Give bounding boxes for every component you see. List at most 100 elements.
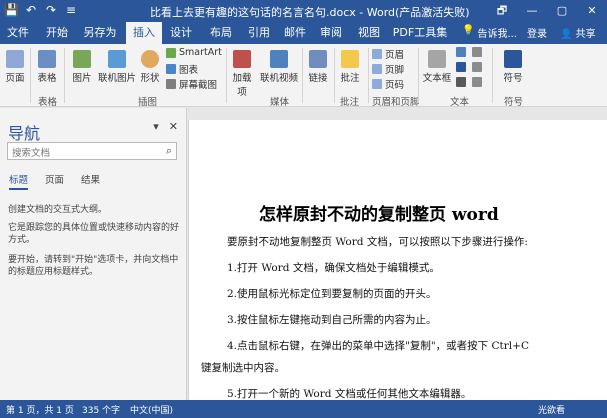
save-icon[interactable]: 💾 (4, 3, 19, 17)
page-number-label: 页码 (385, 80, 405, 91)
document-area[interactable]: 怎样原封不动的复制整页 word 要原封不动地复制整页 Word 文档，可以按照… (188, 108, 607, 400)
share-icon: 👤 (560, 29, 573, 40)
word-count[interactable]: 335 个字 (82, 403, 120, 416)
undo-icon[interactable]: ↶ (24, 3, 38, 17)
textbox-button[interactable]: 文本框 (422, 50, 452, 84)
share-label: 共享 (575, 29, 596, 40)
tab-references[interactable]: 引用 (244, 22, 274, 44)
nav-tab-headings[interactable]: 标题 (9, 172, 29, 190)
document-page[interactable]: 怎样原封不动的复制整页 word 要原封不动地复制整页 Word 文档，可以按照… (188, 120, 607, 400)
shapes-button[interactable]: 形状 (138, 50, 162, 84)
document-paragraph: 3.按住鼠标左键拖动到自己所需的内容为止。 (227, 314, 437, 326)
tab-file[interactable]: 文件 (4, 22, 32, 44)
tab-home[interactable]: 开始 (42, 22, 72, 44)
online-pictures-button[interactable]: 联机图片 (98, 50, 136, 84)
search-icon[interactable]: ⌕ (166, 144, 172, 158)
comment-button[interactable]: 批注 (338, 50, 362, 84)
customize-icon[interactable]: ≡ (64, 3, 78, 17)
table-icon (38, 50, 56, 68)
shapes-icon (141, 50, 159, 68)
tab-design[interactable]: 设计 (166, 22, 196, 44)
header-button[interactable]: 页眉 (372, 47, 404, 61)
page-number-button[interactable]: 页码 (372, 77, 404, 91)
language-indicator[interactable]: 中文(中国) (130, 403, 173, 416)
group-separator (226, 48, 227, 103)
pages-button[interactable]: 页面 (4, 50, 26, 84)
share-button[interactable]: 👤 共享 (560, 25, 596, 40)
nav-search-input[interactable]: 搜索文档 ⌕ (7, 142, 177, 160)
online-video-button[interactable]: 联机视频 (260, 50, 298, 84)
group-label-symbols: 符号 (504, 97, 524, 108)
addins-label: 加载项 (232, 73, 252, 98)
link-label: 链接 (308, 73, 328, 84)
online-picture-icon (108, 50, 126, 68)
group-separator (302, 48, 303, 103)
pictures-label: 图片 (72, 73, 92, 84)
object-icon[interactable] (472, 77, 482, 87)
link-button[interactable]: 链接 (306, 50, 330, 84)
group-label-tables: 表格 (38, 97, 58, 108)
smartart-icon (166, 47, 176, 58)
document-paragraph: 键复制选中内容。 (201, 362, 285, 374)
document-paragraph: 2.使用鼠标光标定位到要复制的页面的开头。 (227, 288, 437, 300)
minimize-button[interactable]: — (517, 0, 547, 22)
table-button[interactable]: 表格 (36, 50, 58, 84)
ribbon-tabs: 文件 开始 另存为 插入 设计 布局 引用 邮件 审阅 视图 PDF工具集 💡 … (0, 22, 607, 44)
group-separator (30, 48, 31, 103)
tab-insert[interactable]: 插入 (126, 22, 162, 44)
textbox-label: 文本框 (422, 73, 452, 84)
pages-icon (6, 50, 24, 68)
textbox-icon (428, 50, 446, 68)
symbol-label: 符号 (503, 73, 523, 84)
maximize-button[interactable]: ▢ (547, 0, 577, 22)
smartart-button[interactable]: SmartArt (166, 47, 222, 58)
footer-button[interactable]: 页脚 (372, 62, 404, 76)
table-label: 表格 (37, 73, 57, 84)
screenshot-label: 屏幕截图 (179, 80, 218, 91)
group-separator (64, 48, 65, 103)
nav-search-placeholder: 搜索文档 (12, 148, 51, 159)
nav-help-text: 它是跟踪您的具体位置或快速移动内容的好方式。 (8, 223, 180, 245)
tab-view[interactable]: 视图 (354, 22, 384, 44)
document-heading: 怎样原封不动的复制整页 word (259, 205, 499, 225)
tab-layout[interactable]: 布局 (206, 22, 236, 44)
pictures-button[interactable]: 图片 (70, 50, 94, 84)
page-count[interactable]: 第 1 页，共 1 页 (6, 403, 74, 416)
tab-pdf-tools[interactable]: PDF工具集 (392, 22, 448, 44)
nav-tab-pages[interactable]: 页面 (45, 172, 64, 190)
nav-tab-results[interactable]: 结果 (81, 172, 100, 190)
window-title: 比看上去更有趣的这句话的名言名句.docx - Word(产品激活失败) (150, 6, 470, 19)
group-label-text: 文本 (450, 97, 470, 108)
symbol-button[interactable]: 符号 (500, 50, 526, 84)
wordart-icon[interactable] (456, 62, 466, 72)
date-time-icon[interactable] (472, 62, 482, 72)
group-separator (334, 48, 335, 103)
quick-parts-icon[interactable] (456, 47, 466, 57)
document-paragraph: 4.点击鼠标右键，在弹出的菜单中选择"复制"，或者按下 Ctrl+C (227, 340, 529, 352)
addins-button[interactable]: 加载项 (230, 50, 254, 98)
close-icon[interactable]: ✕ (169, 120, 178, 133)
ribbon-display-button[interactable]: 🗗 (487, 0, 517, 22)
nav-title: 导航 (8, 124, 41, 143)
group-label-header-footer: 页眉和页脚 (372, 97, 420, 108)
tab-review[interactable]: 审阅 (316, 22, 346, 44)
document-paragraph: 要原封不动地复制整页 Word 文档，可以按照以下步骤进行操作: (227, 236, 528, 248)
signature-icon[interactable] (472, 47, 482, 57)
tab-save-as[interactable]: 另存为 (80, 22, 120, 44)
chart-button[interactable]: 图表 (166, 62, 198, 76)
redo-icon[interactable]: ↷ (44, 3, 58, 17)
tab-mailings[interactable]: 邮件 (280, 22, 310, 44)
addins-icon (233, 50, 251, 68)
group-separator (368, 48, 369, 103)
group-separator (492, 48, 493, 103)
screenshot-button[interactable]: 屏幕截图 (166, 77, 217, 91)
comment-icon (341, 50, 359, 68)
tell-me-label: 告诉我... (477, 29, 517, 40)
close-button[interactable]: ✕ (577, 0, 607, 22)
login-button[interactable]: 登录 (527, 25, 547, 40)
chevron-down-icon[interactable]: ▾ (153, 120, 159, 133)
picture-icon (73, 50, 91, 68)
group-separator (418, 48, 419, 103)
drop-cap-icon[interactable] (456, 77, 466, 87)
tell-me-box[interactable]: 💡 告诉我... (462, 25, 517, 40)
